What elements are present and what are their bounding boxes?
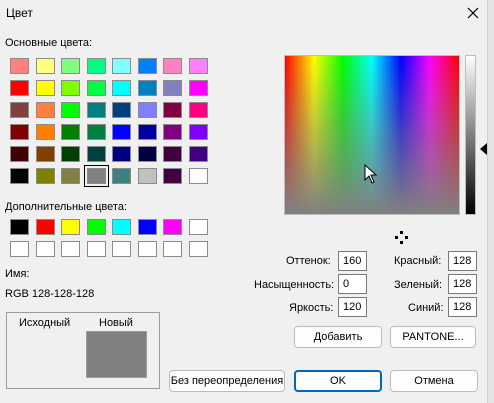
basic-color-swatch[interactable] [188, 146, 208, 162]
custom-color-swatch[interactable] [188, 241, 208, 257]
custom-color-swatch[interactable] [61, 219, 80, 235]
name-value: RGB 128-128-128 [5, 288, 95, 300]
custom-color-swatch[interactable] [163, 219, 182, 235]
title-bar: Цвет [0, 0, 494, 30]
basic-color-swatch[interactable] [61, 80, 80, 96]
basic-color-swatch[interactable] [112, 102, 131, 118]
basic-color-swatch[interactable] [112, 146, 131, 162]
hue-field[interactable]: 160 [338, 251, 367, 271]
basic-color-swatch[interactable] [112, 168, 131, 184]
basic-color-swatch[interactable] [112, 80, 131, 96]
window-edge [487, 0, 494, 403]
basic-color-swatch[interactable] [10, 58, 29, 74]
custom-color-swatch[interactable] [137, 241, 157, 257]
crosshair-icon [395, 231, 408, 244]
basic-color-swatch[interactable] [10, 168, 29, 184]
add-button[interactable]: Добавить [294, 326, 382, 348]
custom-color-swatch[interactable] [86, 241, 106, 257]
hue-label: Оттенок: [286, 255, 331, 267]
basic-color-swatch[interactable] [137, 102, 157, 118]
basic-color-swatch[interactable] [10, 124, 29, 140]
custom-color-swatch[interactable] [35, 219, 55, 235]
custom-color-swatch[interactable] [163, 241, 182, 257]
pantone-button[interactable]: PANTONE... [390, 326, 476, 348]
basic-color-swatch[interactable] [35, 80, 55, 96]
basic-color-swatch[interactable] [10, 146, 29, 162]
basic-color-swatch[interactable] [163, 102, 182, 118]
basic-color-swatch[interactable] [35, 146, 55, 162]
basic-color-swatch[interactable] [10, 80, 29, 96]
basic-color-swatch[interactable] [10, 102, 29, 118]
preview-new-label: Новый [99, 317, 133, 329]
custom-color-swatch[interactable] [137, 219, 157, 235]
custom-color-swatch[interactable] [86, 219, 106, 235]
basic-color-swatch[interactable] [61, 168, 80, 184]
basic-color-swatch[interactable] [137, 124, 157, 140]
red-label: Красный: [394, 255, 442, 267]
basic-color-swatch[interactable] [61, 58, 80, 74]
luminance-slider[interactable] [465, 55, 476, 215]
saturation-field[interactable]: 0 [338, 274, 367, 294]
close-icon[interactable] [460, 1, 486, 25]
red-field[interactable]: 128 [448, 251, 477, 271]
custom-color-swatch[interactable] [10, 241, 29, 257]
luminance-arrow-icon[interactable] [480, 143, 487, 155]
green-label: Зеленый: [394, 279, 443, 291]
basic-color-swatch[interactable] [86, 102, 106, 118]
ok-button[interactable]: OK [294, 370, 382, 392]
basic-color-swatch[interactable] [86, 80, 106, 96]
basic-color-swatch[interactable] [163, 146, 182, 162]
cancel-button[interactable]: Отмена [390, 370, 478, 392]
basic-color-swatch[interactable] [188, 58, 208, 74]
basic-color-swatch[interactable] [35, 102, 55, 118]
basic-color-swatch[interactable] [163, 168, 182, 184]
green-field[interactable]: 128 [448, 274, 477, 294]
window-title: Цвет [6, 6, 33, 20]
name-label: Имя: [5, 268, 30, 280]
custom-color-swatch[interactable] [112, 241, 131, 257]
blue-label: Синий: [408, 302, 444, 314]
saturation-label: Насыщенность: [254, 279, 335, 291]
custom-color-swatch[interactable] [61, 241, 80, 257]
custom-color-swatch[interactable] [10, 219, 29, 235]
custom-color-swatch[interactable] [35, 241, 55, 257]
basic-colors-label: Основные цвета: [5, 37, 93, 49]
basic-color-swatch[interactable] [35, 58, 55, 74]
basic-color-swatch[interactable] [188, 80, 208, 96]
basic-color-swatch[interactable] [163, 58, 182, 74]
basic-color-swatch[interactable] [35, 168, 55, 184]
basic-color-swatch[interactable] [61, 102, 80, 118]
luminance-field[interactable]: 120 [338, 297, 367, 317]
basic-color-swatch[interactable] [112, 58, 131, 74]
basic-color-swatch[interactable] [137, 58, 157, 74]
preview-new-swatch [86, 331, 147, 378]
basic-color-swatch[interactable] [86, 58, 106, 74]
basic-color-swatch[interactable] [137, 146, 157, 162]
basic-color-swatch[interactable] [61, 146, 80, 162]
basic-color-swatch[interactable] [188, 124, 208, 140]
basic-color-swatch[interactable] [83, 165, 109, 187]
preview-old-label: Исходный [19, 317, 71, 329]
color-spectrum[interactable] [284, 55, 460, 215]
mouse-cursor-icon [364, 164, 378, 184]
basic-color-swatch[interactable] [188, 102, 208, 118]
custom-color-swatch[interactable] [188, 219, 208, 235]
no-override-button[interactable]: Без переопределения [169, 370, 285, 392]
basic-color-swatch[interactable] [86, 124, 106, 140]
blue-field[interactable]: 128 [448, 297, 477, 317]
basic-color-swatch[interactable] [163, 80, 182, 96]
basic-color-swatch[interactable] [188, 168, 208, 184]
basic-color-swatch[interactable] [86, 146, 106, 162]
custom-colors-label: Дополнительные цвета: [5, 201, 127, 213]
luminance-label: Яркость: [289, 302, 334, 314]
basic-color-swatch[interactable] [163, 124, 182, 140]
basic-color-swatch[interactable] [35, 124, 55, 140]
basic-color-swatch[interactable] [112, 124, 131, 140]
custom-color-swatch[interactable] [112, 219, 131, 235]
basic-color-swatch[interactable] [61, 124, 80, 140]
basic-color-swatch[interactable] [137, 168, 157, 184]
basic-color-swatch[interactable] [137, 80, 157, 96]
